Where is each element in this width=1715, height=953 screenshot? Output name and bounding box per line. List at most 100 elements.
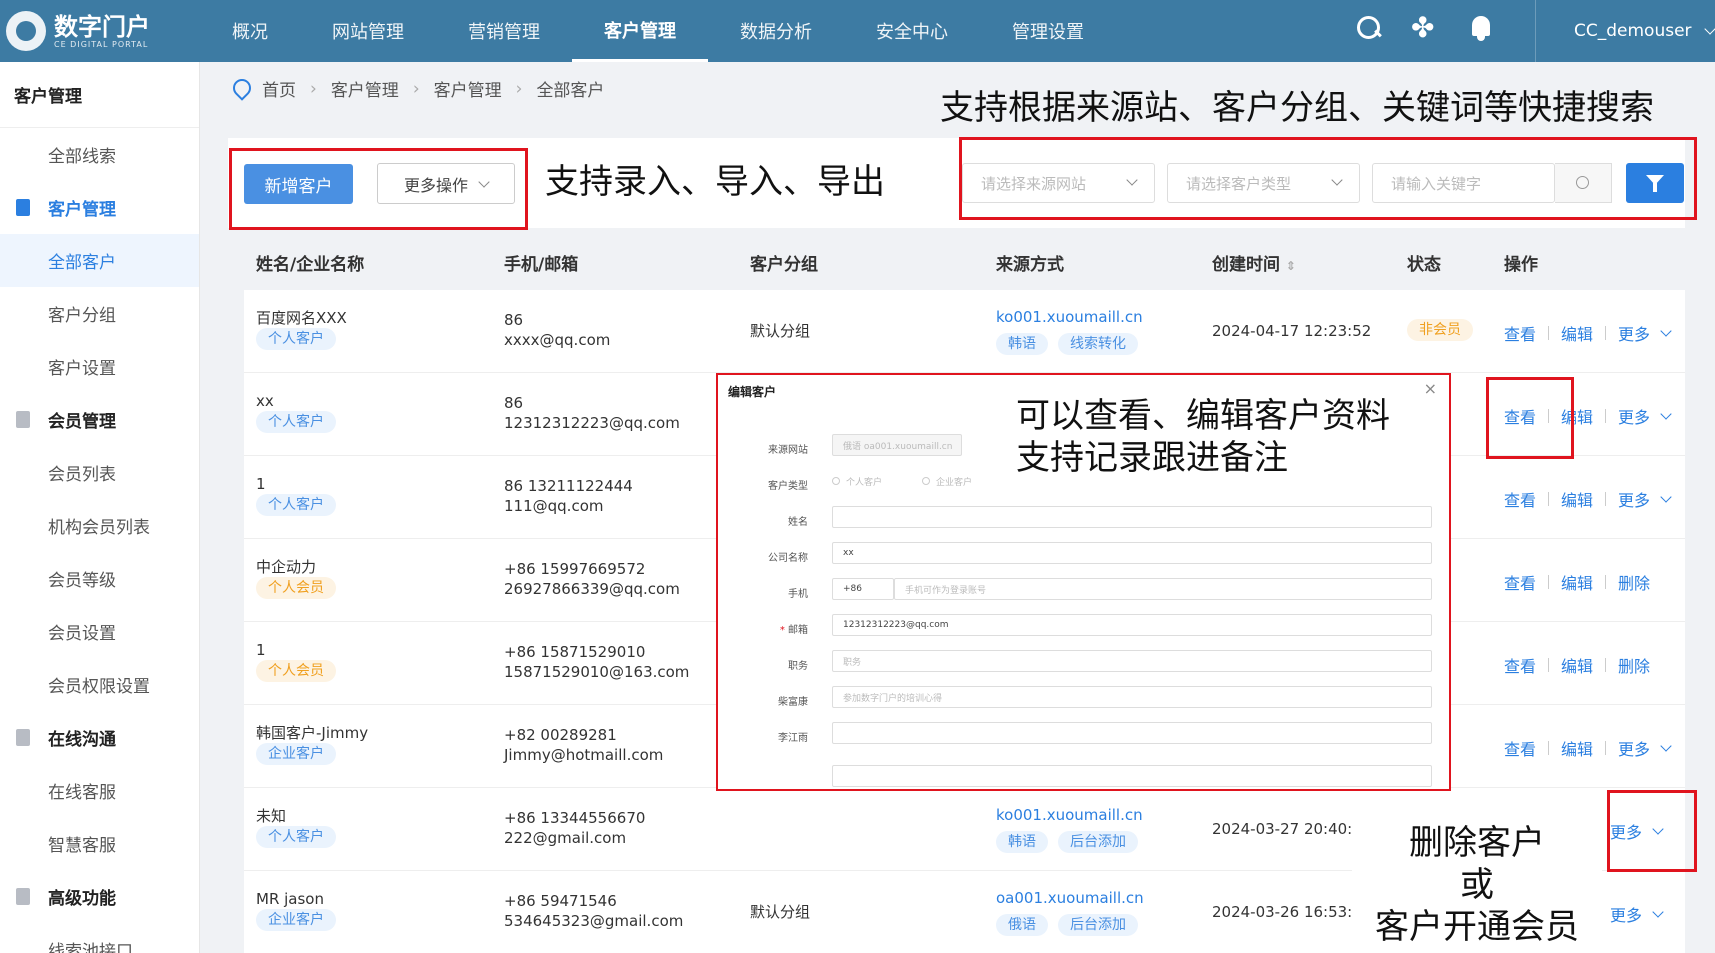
breadcrumb: 首页 › 客户管理 › 客户管理 › 全部客户 bbox=[232, 76, 604, 102]
sidebar-item-org-members[interactable]: 机构会员列表 bbox=[0, 499, 199, 552]
customer-name-cell: 1 个人会员 bbox=[256, 640, 336, 682]
main-nav: 概况 网站管理 营销管理 客户管理 数据分析 安全中心 管理设置 bbox=[200, 0, 1116, 62]
customer-name[interactable]: 中企动力 bbox=[256, 557, 336, 577]
close-icon[interactable]: × bbox=[1424, 379, 1437, 398]
sidebar-item-customer-settings[interactable]: 客户设置 bbox=[0, 340, 199, 393]
row-action-1[interactable]: 编辑 bbox=[1561, 653, 1593, 677]
highlight-view-edit bbox=[1486, 377, 1574, 459]
nav-overview[interactable]: 概况 bbox=[200, 0, 300, 62]
annotation-view-edit: 可以查看、编辑客户资料 支持记录跟进备注 bbox=[1016, 396, 1390, 478]
type-radio-group: 个人客户 企业客户 bbox=[832, 475, 972, 488]
row-action-0[interactable]: 查看 bbox=[1504, 653, 1536, 677]
sidebar-group-online-chat[interactable]: 在线沟通 bbox=[0, 711, 199, 764]
sidebar-item-smart-service[interactable]: 智慧客服 bbox=[0, 817, 199, 870]
nav-settings[interactable]: 管理设置 bbox=[980, 0, 1116, 62]
sidebar-group-members[interactable]: 会员管理 bbox=[0, 393, 199, 446]
customer-name[interactable]: 韩国客户-Jimmy bbox=[256, 723, 368, 743]
sort-icon[interactable]: ⇕ bbox=[1286, 259, 1296, 273]
row-action-0[interactable]: 查看 bbox=[1504, 736, 1536, 760]
row-action-2[interactable]: 更多 bbox=[1618, 321, 1650, 345]
radio-personal bbox=[832, 477, 840, 485]
dialog-company-input[interactable]: xx bbox=[832, 542, 1432, 564]
row-action-2[interactable]: 删除 bbox=[1618, 653, 1650, 677]
sidebar-item-member-levels[interactable]: 会员等级 bbox=[0, 552, 199, 605]
row-action-1[interactable]: 编辑 bbox=[1561, 321, 1593, 345]
dialog-custom-field-2[interactable] bbox=[832, 722, 1432, 744]
dialog-custom-field-3[interactable] bbox=[832, 765, 1432, 787]
header-group: 客户分组 bbox=[750, 254, 818, 275]
bell-icon[interactable] bbox=[1467, 14, 1495, 42]
user-menu[interactable]: CC_demouser bbox=[1535, 0, 1715, 62]
breadcrumb-customer-mgmt-sub[interactable]: 客户管理 bbox=[434, 76, 502, 101]
row-action-1[interactable]: 编辑 bbox=[1561, 570, 1593, 594]
row-action-2[interactable]: 更多 bbox=[1618, 487, 1650, 511]
phone-text: +82 00289281 bbox=[504, 726, 617, 744]
radio-company bbox=[922, 477, 931, 485]
name-label: 姓名 bbox=[788, 517, 808, 528]
customer-name[interactable]: 百度网名XXX bbox=[256, 308, 347, 328]
row-action-0[interactable]: 更多 bbox=[1610, 902, 1642, 926]
row-action-0[interactable]: 查看 bbox=[1504, 570, 1536, 594]
type-label: 客户类型 bbox=[768, 481, 808, 492]
row-action-2[interactable]: 更多 bbox=[1618, 404, 1650, 428]
sidebar-item-member-settings[interactable]: 会员设置 bbox=[0, 605, 199, 658]
row-actions: 查看 编辑 更多 bbox=[1504, 321, 1672, 345]
sidebar-item-customer-groups[interactable]: 客户分组 bbox=[0, 287, 199, 340]
method-tag: 线索转化 bbox=[1058, 333, 1138, 355]
sidebar-item-online-service[interactable]: 在线客服 bbox=[0, 764, 199, 817]
company-label: 公司名称 bbox=[768, 553, 808, 564]
nav-analytics[interactable]: 数据分析 bbox=[708, 0, 844, 62]
row-action-1[interactable]: 编辑 bbox=[1561, 736, 1593, 760]
breadcrumb-home[interactable]: 首页 bbox=[262, 76, 296, 101]
email-text: 12312312223@qq.com bbox=[504, 414, 680, 432]
customer-name[interactable]: 未知 bbox=[256, 806, 336, 826]
brand-logo[interactable]: 数字门户 CE DIGITAL PORTAL bbox=[0, 0, 200, 62]
sidebar-group-customers[interactable]: 客户管理 bbox=[0, 181, 199, 234]
contact-cell: 86 12312312223@qq.com bbox=[504, 393, 680, 433]
dialog-phone-input[interactable]: 手机可作为登录账号 bbox=[894, 578, 1432, 600]
sidebar-item-all-leads[interactable]: 全部线索 bbox=[0, 128, 199, 181]
email-text: 534645323@gmail.com bbox=[504, 912, 684, 930]
source-link[interactable]: ko001.xuoumaill.cn bbox=[996, 805, 1143, 825]
chevron-down-icon bbox=[1660, 491, 1672, 503]
source-link[interactable]: oa001.xuoumaill.cn bbox=[996, 888, 1144, 908]
method-tag: 后台添加 bbox=[1058, 914, 1138, 936]
sidebar-item-member-list[interactable]: 会员列表 bbox=[0, 446, 199, 499]
customer-type-tag: 个人客户 bbox=[256, 494, 336, 516]
customer-name[interactable]: 1 bbox=[256, 640, 336, 660]
dialog-title: 编辑客户 bbox=[728, 385, 777, 399]
dialog-email-input[interactable]: 12312312223@qq.com bbox=[832, 614, 1432, 636]
row-action-1[interactable]: 编辑 bbox=[1561, 487, 1593, 511]
dialog-custom-field-1[interactable]: 参加数字门户的培训心得 bbox=[832, 686, 1432, 708]
customer-name[interactable]: xx bbox=[256, 391, 336, 411]
sidebar-group-advanced[interactable]: 高级功能 bbox=[0, 870, 199, 923]
breadcrumb-customer-mgmt[interactable]: 客户管理 bbox=[331, 76, 399, 101]
nav-customers[interactable]: 客户管理 bbox=[572, 0, 708, 62]
customer-name-cell: 百度网名XXX 个人客户 bbox=[256, 308, 347, 350]
row-action-2[interactable]: 删除 bbox=[1618, 570, 1650, 594]
dialog-name-input[interactable] bbox=[832, 506, 1432, 528]
source-link[interactable]: ko001.xuoumaill.cn bbox=[996, 307, 1143, 327]
customer-type-tag: 个人客户 bbox=[256, 411, 336, 433]
annotation-search: 支持根据来源站、客户分组、关键词等快捷搜索 bbox=[940, 88, 1654, 128]
sidebar-item-member-permissions[interactable]: 会员权限设置 bbox=[0, 658, 199, 711]
search-icon[interactable] bbox=[1355, 14, 1383, 42]
customer-name[interactable]: 1 bbox=[256, 474, 336, 494]
nav-marketing[interactable]: 营销管理 bbox=[436, 0, 572, 62]
nav-security[interactable]: 安全中心 bbox=[844, 0, 980, 62]
created-time: 2024-04-17 12:23:52 bbox=[1212, 322, 1372, 340]
dialog-phone-code[interactable]: +86 bbox=[832, 578, 894, 600]
customer-name[interactable]: MR jason bbox=[256, 889, 336, 909]
row-action-0[interactable]: 查看 bbox=[1504, 321, 1536, 345]
header-created[interactable]: 创建时间 ⇕ bbox=[1212, 250, 1296, 275]
top-bar: 数字门户 CE DIGITAL PORTAL 概况 网站管理 营销管理 客户管理… bbox=[0, 0, 1715, 62]
dialog-job-input[interactable]: 职务 bbox=[832, 650, 1432, 672]
phone-text: +86 13344556670 bbox=[504, 809, 646, 827]
row-action-2[interactable]: 更多 bbox=[1618, 736, 1650, 760]
apps-icon[interactable] bbox=[1411, 14, 1439, 42]
contact-cell: 86 xxxx@qq.com bbox=[504, 310, 610, 350]
row-action-0[interactable]: 查看 bbox=[1504, 487, 1536, 511]
sidebar-item-lead-pool-api[interactable]: 线索池接口 bbox=[0, 923, 199, 953]
sidebar-item-all-customers[interactable]: 全部客户 bbox=[0, 234, 199, 287]
nav-website[interactable]: 网站管理 bbox=[300, 0, 436, 62]
